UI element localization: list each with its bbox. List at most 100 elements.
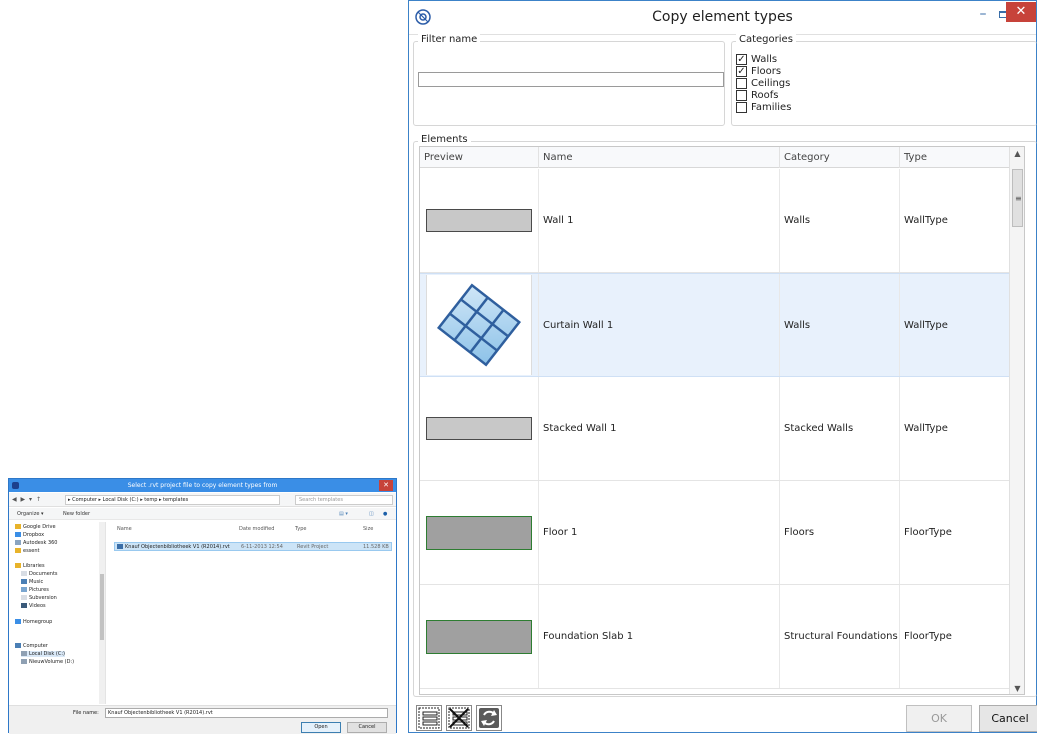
dialog-cancel-button[interactable]: Cancel	[347, 722, 387, 733]
column-header-type[interactable]: Type	[295, 526, 306, 532]
type-cell: FloorType	[904, 527, 952, 538]
file-name-input[interactable]: Knauf Objectenbibliotheek V1 (R2014).rvt	[105, 708, 388, 718]
select-all-button[interactable]	[416, 705, 442, 731]
minimize-button[interactable]: –	[975, 5, 991, 25]
nav-item[interactable]: Homegroup	[15, 619, 52, 625]
nav-item[interactable]: Autodesk 360	[15, 540, 58, 546]
cancel-button[interactable]: Cancel	[979, 705, 1037, 732]
column-header-preview[interactable]: Preview	[420, 147, 539, 168]
folder-icon	[15, 524, 21, 529]
drive-icon	[21, 659, 27, 664]
nav-item[interactable]: Computer	[15, 643, 48, 649]
new-folder-button[interactable]: New folder	[63, 511, 90, 517]
nav-scrollbar[interactable]	[99, 522, 105, 704]
foundation-slab-preview	[426, 619, 532, 654]
vertical-scrollbar[interactable]: ▲ ≡ ▼	[1009, 147, 1024, 694]
nav-label: Documents	[29, 571, 58, 577]
libraries-icon	[15, 563, 21, 568]
roofs-checkbox[interactable]	[736, 90, 747, 101]
category-label: Walls	[751, 54, 778, 65]
preview-cell	[420, 585, 539, 688]
nav-label: Local Disk (C:)	[29, 651, 65, 657]
nav-label: Music	[29, 579, 44, 585]
column-header-date[interactable]: Date modified	[239, 526, 274, 532]
table-header: Preview Name Category Type	[420, 147, 1024, 168]
file-row[interactable]: Knauf Objectenbibliotheek V1 (R2014).rvt…	[114, 542, 392, 551]
filter-name-label: Filter name	[418, 34, 481, 45]
close-button[interactable]: ✕	[1006, 2, 1036, 22]
name-cell: Stacked Wall 1	[539, 377, 780, 480]
table-row[interactable]: Stacked Wall 1 Stacked Walls WallType	[420, 377, 1024, 481]
nav-item[interactable]: Local Disk (C:)	[21, 651, 65, 657]
nav-scroll-thumb[interactable]	[100, 574, 104, 640]
elements-group: Elements Preview Name Category Type Wall…	[413, 134, 1037, 697]
grip-icon: ≡	[1015, 194, 1022, 203]
column-header-name[interactable]: Name	[117, 526, 132, 532]
nav-item[interactable]: Videos	[21, 603, 46, 609]
pictures-icon	[21, 587, 27, 592]
category-label: Roofs	[751, 90, 779, 101]
nav-item[interactable]: Google Drive	[15, 524, 56, 530]
scroll-thumb[interactable]: ≡	[1012, 169, 1023, 227]
scroll-down-icon[interactable]: ▼	[1010, 682, 1024, 694]
table-row[interactable]: Floor 1 Floors FloorType	[420, 481, 1024, 585]
families-checkbox[interactable]	[736, 102, 747, 113]
help-icon[interactable]: ●	[383, 511, 387, 517]
column-header-type[interactable]: Type	[900, 147, 1024, 168]
file-name-label: File name:	[73, 710, 99, 716]
column-header-size[interactable]: Size	[363, 526, 373, 532]
floors-checkbox[interactable]: ✓	[736, 66, 747, 77]
nav-buttons-icon[interactable]: ◀ ▶ ▾ ↑	[12, 496, 42, 503]
scroll-up-icon[interactable]: ▲	[1010, 147, 1024, 161]
ceilings-checkbox[interactable]	[736, 78, 747, 89]
table-row[interactable]	[420, 689, 1024, 694]
elements-table: Preview Name Category Type Wall 1 Walls …	[419, 146, 1025, 695]
categories-label: Categories	[736, 34, 796, 45]
nav-item[interactable]: Dropbox	[15, 532, 44, 538]
table-row[interactable]: Foundation Slab 1 Structural Foundations…	[420, 585, 1024, 689]
table-row[interactable]: Wall 1 Walls WallType	[420, 169, 1024, 273]
file-name: Knauf Objectenbibliotheek V1 (R2014).rvt	[125, 544, 230, 550]
nav-item[interactable]: Pictures	[21, 587, 49, 593]
stacked-wall-preview	[426, 417, 532, 440]
nav-label: Homegroup	[23, 619, 53, 625]
type-cell: WallType	[904, 215, 948, 226]
path-breadcrumb[interactable]: ▸ Computer ▸ Local Disk (C:) ▸ temp ▸ te…	[65, 495, 280, 505]
wall-preview	[426, 209, 532, 232]
name-cell: Wall 1	[539, 169, 780, 272]
organize-button[interactable]: Organize ▾	[17, 511, 44, 517]
preview-pane-icon[interactable]: ◫	[369, 511, 374, 517]
type-cell: WallType	[904, 423, 948, 434]
nav-label: NieuwVolume (D:)	[29, 659, 75, 665]
invert-selection-button[interactable]	[476, 705, 502, 731]
nav-item[interactable]: Documents	[21, 571, 58, 577]
filter-name-input[interactable]	[418, 72, 724, 87]
dialog-bottom-bar: File name: Knauf Objectenbibliotheek V1 …	[9, 705, 396, 734]
bottom-bar: OK Cancel	[409, 701, 1037, 734]
open-button[interactable]: Open	[301, 722, 341, 733]
file-list: Name Date modified Type Size Knauf Objec…	[113, 522, 396, 704]
nav-item[interactable]: Subversion	[21, 595, 57, 601]
nav-label: Subversion	[29, 595, 57, 601]
column-header-category[interactable]: Category	[780, 147, 900, 168]
nav-label: Autodesk 360	[23, 540, 58, 546]
type-cell: FloorType	[904, 631, 952, 642]
nav-item[interactable]: Music	[21, 579, 43, 585]
dialog-close-button[interactable]: ✕	[379, 480, 393, 491]
search-input[interactable]: Search templates	[295, 495, 393, 505]
preview-cell	[420, 274, 539, 376]
categories-group: Categories ✓ Walls ✓ Floors Ceilings Roo…	[731, 34, 1037, 126]
walls-checkbox[interactable]: ✓	[736, 54, 747, 65]
nav-item[interactable]: NieuwVolume (D:)	[21, 659, 74, 665]
title-bar: Copy element types – ✕	[409, 1, 1036, 35]
column-header-name[interactable]: Name	[539, 147, 780, 168]
name-cell: Foundation Slab 1	[539, 585, 780, 688]
view-options-icon[interactable]: ▤ ▾	[339, 511, 348, 517]
videos-icon	[21, 603, 27, 608]
nav-item[interactable]: Libraries	[15, 563, 45, 569]
table-row[interactable]: Curtain Wall 1 Walls WallType	[420, 273, 1024, 377]
ok-button[interactable]: OK	[906, 705, 972, 732]
dropbox-icon	[15, 532, 21, 537]
select-none-button[interactable]	[446, 705, 472, 731]
nav-item[interactable]: essent	[15, 548, 40, 554]
